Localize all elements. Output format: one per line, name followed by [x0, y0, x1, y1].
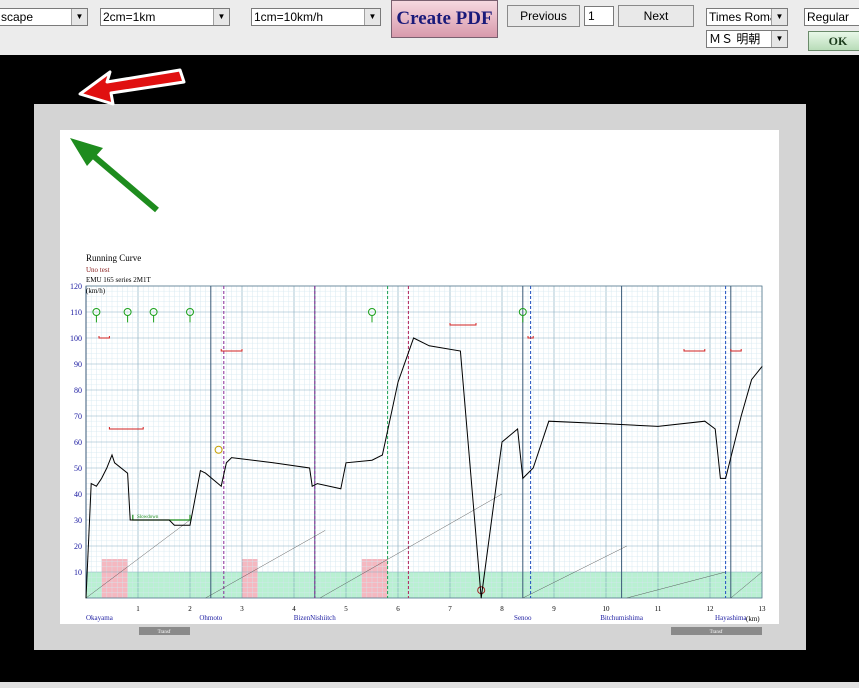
- data-point: [714, 428, 716, 430]
- slowdown-label: Slowdown: [137, 515, 159, 520]
- station-label: Senoo: [514, 614, 532, 622]
- y-tick-label: 20: [74, 542, 82, 551]
- y-tick-label: 40: [74, 490, 82, 499]
- data-point: [751, 379, 752, 380]
- data-point: [220, 485, 222, 487]
- station-label: BizenNishiitch: [294, 614, 336, 622]
- running-curve-chart: 1020304050607080901001101201 2 3 4 5 6 7 8 9 10 11…: [70, 253, 767, 635]
- data-point: [309, 467, 310, 469]
- data-point: [605, 423, 607, 425]
- x-tick-label: 10: [603, 605, 611, 613]
- data-point: [532, 467, 534, 469]
- data-point: [96, 485, 97, 487]
- speed-limit-mark: [98, 336, 110, 339]
- data-point: [371, 459, 373, 461]
- station-label: Bitchumishima: [600, 614, 644, 622]
- data-point: [720, 478, 721, 479]
- braking-zone: [361, 559, 388, 598]
- y-tick-label: 90: [74, 360, 82, 369]
- data-point: [501, 441, 503, 443]
- data-point: [205, 472, 207, 474]
- data-point: [413, 337, 414, 339]
- y-tick-label: 100: [70, 334, 82, 343]
- transf-label-1: Transf: [158, 630, 171, 635]
- y-tick-label: 50: [74, 464, 82, 473]
- data-point: [345, 462, 347, 464]
- train-label: EMU 165 series 2M1T: [86, 276, 151, 284]
- data-point: [106, 467, 108, 469]
- data-point: [704, 420, 706, 422]
- data-point: [522, 478, 524, 479]
- x-tick-label: 8: [500, 605, 504, 613]
- data-point: [397, 381, 399, 383]
- data-point: [460, 350, 461, 352]
- data-point: [129, 519, 131, 521]
- braking-zone: [242, 559, 258, 598]
- data-point: [382, 454, 383, 456]
- data-point: [200, 470, 201, 471]
- x-tick-label: 13: [759, 605, 767, 613]
- data-point: [101, 478, 102, 479]
- chart-title: Running Curve: [86, 253, 141, 263]
- data-point: [317, 483, 318, 484]
- data-point: [189, 524, 191, 526]
- data-point: [111, 454, 113, 456]
- transf-label-2: Transf: [710, 630, 723, 635]
- data-point: [725, 478, 726, 479]
- y-tick-label: 80: [74, 386, 82, 395]
- y-tick-label: 120: [70, 282, 82, 291]
- station-label: Hayashima: [715, 614, 747, 622]
- data-point: [480, 597, 482, 599]
- data-point: [740, 415, 742, 417]
- data-point: [428, 345, 430, 347]
- y-tick-label: 70: [74, 412, 82, 421]
- x-tick-label: 2: [188, 605, 192, 613]
- x-tick-label: 4: [292, 605, 296, 613]
- data-point: [85, 597, 87, 599]
- x-tick-label: 9: [552, 605, 556, 613]
- chart-subtitle: Uno test: [86, 266, 110, 274]
- data-point: [90, 483, 92, 484]
- status-bar: [0, 682, 859, 688]
- data-point: [272, 462, 274, 464]
- data-point: [168, 519, 170, 521]
- station-label: Okayama: [86, 614, 114, 622]
- x-tick-label: 6: [396, 605, 400, 613]
- x-tick-label: 3: [240, 605, 244, 613]
- data-point: [548, 420, 550, 422]
- data-point: [311, 485, 313, 487]
- transf-button-2[interactable]: Transf: [671, 627, 762, 635]
- data-point: [517, 428, 518, 430]
- x-tick-label: 11: [655, 605, 662, 613]
- y-unit-label: (km/h): [86, 287, 106, 295]
- braking-zone: [101, 559, 128, 598]
- data-point: [340, 488, 342, 490]
- data-point: [657, 426, 659, 427]
- data-point: [127, 472, 128, 474]
- station-label: Ohmoto: [199, 614, 222, 622]
- transf-button-1[interactable]: Transf: [139, 627, 190, 635]
- x-unit-label: (km): [746, 615, 760, 623]
- x-tick-label: 5: [344, 605, 348, 613]
- y-tick-label: 10: [74, 568, 82, 577]
- data-point: [226, 462, 227, 464]
- x-tick-label: 12: [707, 605, 715, 613]
- y-tick-label: 30: [74, 516, 82, 525]
- speed-limit-mark: [449, 323, 477, 326]
- data-point: [231, 457, 233, 458]
- data-point: [174, 524, 175, 526]
- y-tick-label: 60: [74, 438, 82, 447]
- data-point: [114, 462, 115, 464]
- x-tick-label: 7: [448, 605, 452, 613]
- data-point: [761, 366, 763, 367]
- x-tick-label: 1: [136, 605, 140, 613]
- y-tick-label: 110: [70, 308, 82, 317]
